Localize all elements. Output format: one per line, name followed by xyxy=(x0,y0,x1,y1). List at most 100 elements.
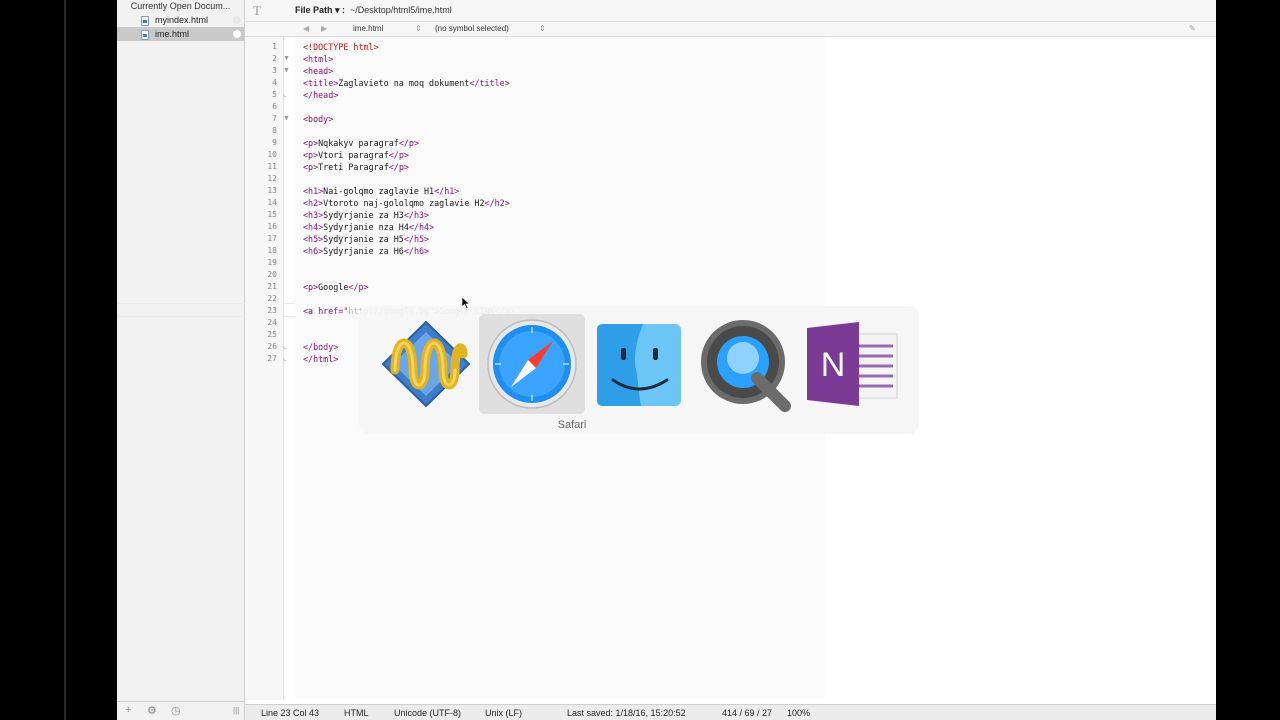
symbol-selector-chevron-icon[interactable]: ⇕ xyxy=(539,24,546,33)
zoom-level[interactable]: 100% xyxy=(787,708,810,718)
svg-text:N: N xyxy=(821,346,846,384)
fold-toggle-icon[interactable]: ▼ xyxy=(283,53,293,65)
app-switcher-item[interactable] xyxy=(373,314,479,414)
app-switcher: N Safari xyxy=(359,306,919,434)
status-bar: Line 23 Col 43 HTML Unicode (UTF-8) Unix… xyxy=(245,704,1216,720)
code-line[interactable]: <h2>Vtoroto naj-gololqmo zaglavie H2</h2… xyxy=(303,197,510,209)
line-number: 21 xyxy=(267,282,277,291)
fold-toggle-icon[interactable]: ⌞ xyxy=(283,89,293,101)
line-number: 20 xyxy=(267,270,277,279)
code-line[interactable]: <h4>Sydyrjanie nza H4</h4> xyxy=(303,221,434,233)
text-tool-icon[interactable]: T xyxy=(253,3,261,19)
selected-app-name: Safari xyxy=(557,419,587,431)
document-counts: 414 / 69 / 27 xyxy=(722,708,773,718)
fold-toggle-icon[interactable]: ⌞ xyxy=(283,341,293,353)
code-line[interactable]: <h5>Sydyrjanie za H5</h5> xyxy=(303,233,429,245)
line-number: 26 xyxy=(267,342,277,351)
code-line[interactable]: <!DOCTYPE html> xyxy=(303,41,379,53)
last-saved: Last saved: 1/18/16, 15:20:52 xyxy=(567,708,686,718)
line-number: 3 xyxy=(272,66,277,75)
line-number: 12 xyxy=(267,174,277,183)
line-number: 24 xyxy=(267,318,277,327)
line-endings[interactable]: Unix (LF) xyxy=(485,708,522,718)
line-number: 17 xyxy=(267,234,277,243)
quicktime-icon xyxy=(701,320,791,412)
line-number: 5 xyxy=(272,90,277,99)
syntax-mode[interactable]: HTML xyxy=(344,708,369,718)
sidebar-item-label: myindex.html xyxy=(155,15,209,25)
gear-icon[interactable]: ⚙ xyxy=(147,704,157,717)
sidebar-footer: + ⚙ ◷ ||| xyxy=(117,701,244,720)
line-number: 7 xyxy=(272,114,277,123)
code-line[interactable]: <h3>Sydyrjanie za H3</h3> xyxy=(303,209,429,221)
line-number: 27 xyxy=(267,354,277,363)
file-selector[interactable]: ime.html xyxy=(353,24,383,33)
app-switcher-item[interactable]: N xyxy=(797,314,903,414)
fold-toggle-icon[interactable]: ▼ xyxy=(283,113,293,125)
code-line[interactable]: <p>Google</p> xyxy=(303,281,369,293)
onenote-icon: N xyxy=(807,322,898,406)
sidebar-item-ime[interactable]: ime.html xyxy=(117,27,244,41)
code-line[interactable]: <title>Zaglavieto na moq dokument</title… xyxy=(303,77,510,89)
fold-toggle-icon[interactable]: ⌞ xyxy=(283,353,293,365)
window-edge xyxy=(64,0,66,720)
file-selector-chevron-icon[interactable]: ⇕ xyxy=(415,24,422,33)
code-line[interactable]: </html> xyxy=(303,353,338,365)
forward-icon[interactable]: ▶ xyxy=(321,24,327,33)
code-line[interactable]: <p>Vtori paragraf</p> xyxy=(303,149,409,161)
code-line[interactable]: </head> xyxy=(303,89,338,101)
code-line[interactable]: <html> xyxy=(303,53,333,65)
code-line[interactable]: <h1>Nai-golqmo zaglavie H1</h1> xyxy=(303,185,459,197)
html-file-icon xyxy=(141,16,149,26)
line-number: 2 xyxy=(272,54,277,63)
line-number: 22 xyxy=(267,294,277,303)
resize-grip-icon[interactable]: ||| xyxy=(233,706,239,715)
line-number: 1 xyxy=(272,42,277,51)
line-number: 10 xyxy=(267,150,277,159)
code-line[interactable]: <head> xyxy=(303,65,333,77)
file-path-value: ~/Desktop/html5/ime.html xyxy=(350,5,452,15)
file-path-bar: T File Path ▾ : ~/Desktop/html5/ime.html xyxy=(245,0,1216,22)
sidebar-header: Currently Open Docum... xyxy=(130,1,231,11)
mouse-pointer-icon xyxy=(461,297,471,309)
line-number: 8 xyxy=(272,126,277,135)
app-switcher-item-selected[interactable] xyxy=(479,314,585,414)
app-switcher-item[interactable] xyxy=(585,314,691,414)
code-line[interactable]: <body> xyxy=(303,113,333,125)
sidebar-item-myindex[interactable]: myindex.html xyxy=(117,13,244,27)
line-number: 15 xyxy=(267,210,277,219)
line-number: 16 xyxy=(267,222,277,231)
add-document-icon[interactable]: + xyxy=(125,704,131,716)
recent-clock-icon[interactable]: ◷ xyxy=(171,704,181,717)
close-document-icon[interactable] xyxy=(233,30,241,38)
code-line[interactable]: <p>Treti Paragraf</p> xyxy=(303,161,409,173)
code-line[interactable]: </body> xyxy=(303,341,338,353)
file-path-menu[interactable]: File Path ▾ : xyxy=(295,5,345,16)
app-switcher-item[interactable] xyxy=(691,314,797,414)
line-number: 6 xyxy=(272,102,277,111)
pencil-icon[interactable]: ✎ xyxy=(1189,24,1196,33)
encoding[interactable]: Unicode (UTF-8) xyxy=(394,708,461,718)
sidebar-item-label: ime.html xyxy=(155,29,190,39)
navigation-bar: ◀ ▶ ime.html ⇕ (no symbol selected) ⇕ ✎ xyxy=(245,22,1216,37)
close-document-icon[interactable] xyxy=(233,16,241,24)
finder-face-icon xyxy=(597,324,681,406)
html-file-icon xyxy=(141,30,149,40)
symbol-selector[interactable]: (no symbol selected) xyxy=(435,24,509,33)
back-icon[interactable]: ◀ xyxy=(303,24,309,33)
line-number: 19 xyxy=(267,258,277,267)
line-number: 11 xyxy=(267,162,277,171)
line-number: 14 xyxy=(267,198,277,207)
open-documents-sidebar: Currently Open Docum... myindex.html ime… xyxy=(117,0,245,720)
line-number: 23 xyxy=(267,306,277,315)
line-number: 4 xyxy=(272,78,277,87)
yarn-ball-icon xyxy=(381,320,471,408)
line-number-gutter: 1 2 ▼ 3 ▼ 4 5 ⌞ 6 7 ▼ 8 9 10 11 12 13 14 15 16 17 18 19 20 21 22 2… xyxy=(245,37,290,700)
line-number: 18 xyxy=(267,246,277,255)
line-number: 13 xyxy=(267,186,277,195)
line-number: 9 xyxy=(272,138,277,147)
code-line[interactable]: <h6>Sydyrjanie za H6</h6> xyxy=(303,245,429,257)
code-line[interactable]: <p>Nqkakyv paragraf</p> xyxy=(303,137,419,149)
fold-toggle-icon[interactable]: ▼ xyxy=(283,65,293,77)
cursor-position: Line 23 Col 43 xyxy=(261,708,320,718)
